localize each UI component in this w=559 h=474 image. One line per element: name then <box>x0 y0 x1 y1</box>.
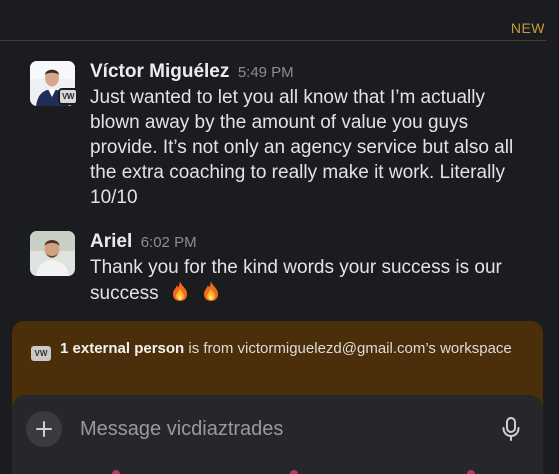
author-name[interactable]: Ariel <box>90 231 132 252</box>
new-label: NEW <box>510 20 545 36</box>
message-timestamp[interactable]: 6:02 PM <box>141 234 197 251</box>
bottom-nav-indicators <box>0 467 559 474</box>
avatar[interactable] <box>30 231 75 276</box>
nav-indicator-dot <box>467 470 475 474</box>
nav-indicator-dot <box>112 470 120 474</box>
microphone-icon[interactable] <box>499 416 523 442</box>
message-header: Víctor Miguélez 5:49 PM <box>90 61 539 83</box>
fire-emoji <box>201 280 221 302</box>
message-composer <box>12 395 543 474</box>
author-name[interactable]: Víctor Miguélez <box>90 61 229 82</box>
fire-emoji <box>170 280 190 302</box>
message-text: Thank you for the kind words your succes… <box>90 255 539 306</box>
message-body: Víctor Miguélez 5:49 PM Just wanted to l… <box>90 61 539 210</box>
message-input[interactable] <box>80 415 480 443</box>
nav-indicator-dot <box>290 470 298 474</box>
message-item: VW Víctor Miguélez 5:49 PM Just wanted t… <box>30 61 539 221</box>
message-item: Ariel 6:02 PM Thank you for the kind wor… <box>30 231 539 311</box>
message-timestamp[interactable]: 5:49 PM <box>238 64 294 81</box>
external-workspace-icon: VW <box>31 346 51 361</box>
external-workspace-text: is from victormiguelezd@gmail.com’s work… <box>184 340 512 357</box>
message-header: Ariel 6:02 PM <box>90 231 539 253</box>
external-count[interactable]: 1 external person <box>60 340 184 357</box>
external-badge: VW <box>58 88 78 105</box>
message-text-content: Thank you for the kind words your succes… <box>90 257 502 304</box>
message-body: Ariel 6:02 PM Thank you for the kind wor… <box>90 231 539 306</box>
divider-line <box>0 40 546 41</box>
external-notice-text: 1 external person is from victormiguelez… <box>60 339 523 358</box>
new-messages-divider: NEW <box>0 14 559 42</box>
plus-icon[interactable] <box>26 411 62 447</box>
message-text: Just wanted to let you all know that I’m… <box>90 87 514 208</box>
